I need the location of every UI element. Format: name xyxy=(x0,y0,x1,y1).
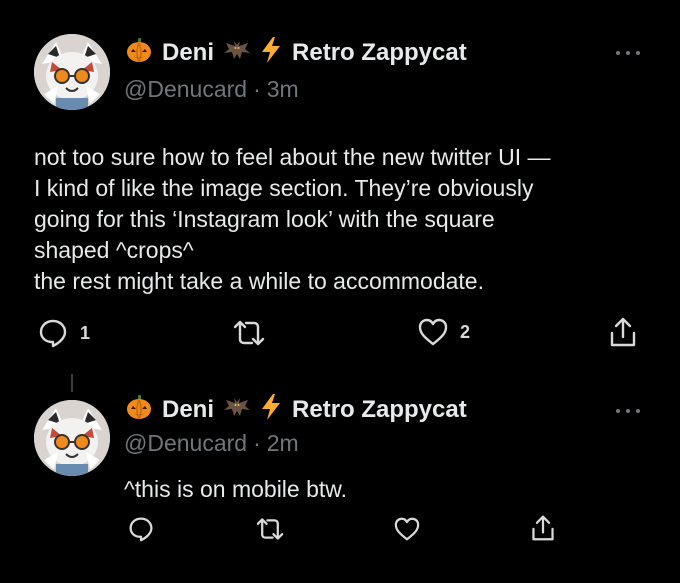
pumpkin-icon xyxy=(126,37,152,70)
display-name-part1: Deni xyxy=(162,39,215,66)
display-name[interactable]: Deni Retro Zappycat xyxy=(126,36,467,71)
tweet-text-line: the rest might take a while to accommoda… xyxy=(34,268,484,294)
display-name[interactable]: Deni Retro Zappycat xyxy=(126,393,467,428)
separator: · xyxy=(253,430,261,456)
like-button[interactable]: 2 xyxy=(418,318,470,346)
tweet-header: Deni Retro Zappycat xyxy=(126,393,467,428)
tweet-text-line: shaped ^crops^ xyxy=(34,237,194,263)
tweet[interactable]: Deni Retro Zappycat @Denucard · 2m ^this i… xyxy=(0,370,680,583)
retweet-icon xyxy=(256,518,284,540)
heart-icon xyxy=(418,318,448,346)
display-name-part1: Deni xyxy=(162,396,215,423)
handle-line: @Denucard · 3m xyxy=(124,76,299,103)
handle[interactable]: @Denucard xyxy=(124,430,247,456)
avatar[interactable] xyxy=(34,400,110,476)
display-name-part2: Retro Zappycat xyxy=(292,396,467,423)
tweet-text: ^this is on mobile btw. xyxy=(124,474,644,505)
reply-count: 1 xyxy=(80,322,91,343)
bat-icon xyxy=(222,394,252,427)
pumpkin-icon xyxy=(126,394,152,427)
heart-icon xyxy=(394,517,420,541)
avatar[interactable] xyxy=(34,34,110,110)
retweet-button[interactable] xyxy=(255,516,297,542)
share-button[interactable] xyxy=(608,316,638,348)
lightning-icon xyxy=(260,393,282,428)
separator: · xyxy=(253,76,261,102)
tweet-text-line: not too sure how to feel about the new t… xyxy=(34,144,551,170)
tweet-text: not too sure how to feel about the new t… xyxy=(34,142,654,297)
tweet-text-line: I kind of like the image section. They’r… xyxy=(34,175,534,201)
share-icon xyxy=(610,317,636,347)
bat-icon xyxy=(222,37,252,70)
retweet-button[interactable] xyxy=(232,318,278,348)
tweet-header: Deni Retro Zappycat xyxy=(126,36,467,71)
retweet-icon xyxy=(233,320,265,346)
thread-line xyxy=(71,374,73,392)
reply-icon xyxy=(39,319,67,348)
handle[interactable]: @Denucard xyxy=(124,76,247,102)
reply-icon xyxy=(129,517,153,542)
handle-line: @Denucard · 2m xyxy=(124,430,299,457)
share-icon xyxy=(532,515,554,541)
more-options-icon[interactable] xyxy=(616,407,640,415)
reply-button[interactable]: 1 xyxy=(38,318,90,348)
display-name-part2: Retro Zappycat xyxy=(292,39,467,66)
timestamp[interactable]: 2m xyxy=(267,430,299,456)
share-button[interactable] xyxy=(530,514,556,542)
tweet-text-line: ^this is on mobile btw. xyxy=(124,476,348,502)
like-button[interactable] xyxy=(394,517,432,541)
tweet[interactable]: Deni Retro Zappycat @Denucard · 3m not too… xyxy=(0,0,680,370)
like-count: 2 xyxy=(460,321,471,342)
more-options-icon[interactable] xyxy=(616,49,640,57)
lightning-icon xyxy=(260,36,282,71)
reply-button[interactable] xyxy=(128,516,166,542)
timestamp[interactable]: 3m xyxy=(267,76,299,102)
tweet-text-line: going for this ‘Instagram look’ with the… xyxy=(34,206,495,232)
